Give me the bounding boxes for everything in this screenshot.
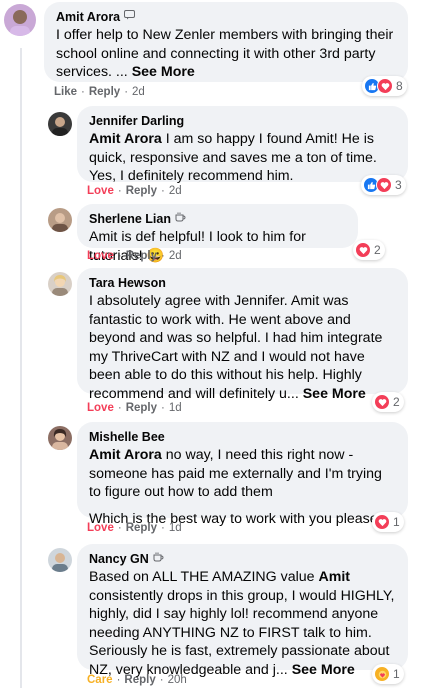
- avatar[interactable]: [48, 112, 72, 136]
- timestamp[interactable]: 1d: [169, 522, 182, 534]
- care-action[interactable]: Care: [87, 674, 113, 686]
- comment-bubble: Amit Arora I offer help to New Zenler me…: [44, 2, 408, 82]
- comment-actions: Love · Reply · 1d: [87, 402, 182, 414]
- timestamp[interactable]: 2d: [169, 250, 182, 262]
- thread-connector-line: [20, 48, 22, 688]
- comment-bubble: Tara Hewson I absolutely agree with Jenn…: [77, 268, 408, 402]
- love-reaction-icon: [374, 394, 390, 410]
- love-action[interactable]: Love: [87, 185, 114, 197]
- reply-action[interactable]: Reply: [126, 250, 157, 262]
- comment-actions: Care · Reply · 20h: [87, 674, 187, 686]
- love-action[interactable]: Love: [87, 250, 114, 262]
- coffee-cup-icon: [153, 551, 164, 567]
- reaction-summary[interactable]: 3: [361, 175, 406, 195]
- reply-action[interactable]: Reply: [126, 402, 157, 414]
- author-name[interactable]: Tara Hewson: [89, 275, 166, 291]
- comment-bubble: Sherlene Lian Amit is def helpful! I loo…: [77, 204, 358, 264]
- comment-author: Nancy GN: [89, 551, 396, 567]
- comment-text: Amit Arora I am so happy I found Amit! H…: [89, 131, 377, 184]
- love-reaction-icon: [355, 242, 371, 258]
- timestamp[interactable]: 2d: [169, 185, 182, 197]
- comment-text: Amit Arora no way, I need this right now…: [89, 446, 396, 528]
- comment-actions: Love · Reply · 2d: [87, 250, 182, 262]
- reaction-summary[interactable]: 1: [372, 512, 404, 532]
- love-action[interactable]: Love: [87, 402, 114, 414]
- comment-author: Jennifer Darling: [89, 113, 396, 129]
- reaction-count: 1: [393, 515, 400, 529]
- author-name[interactable]: Nancy GN: [89, 551, 149, 567]
- reaction-count: 3: [395, 178, 402, 192]
- comment-text: I offer help to New Zenler members with …: [56, 27, 394, 80]
- timestamp[interactable]: 20h: [168, 674, 187, 686]
- reaction-summary[interactable]: 1: [372, 664, 404, 684]
- comment-actions: Love · Reply · 2d: [87, 185, 182, 197]
- reaction-count: 2: [393, 395, 400, 409]
- reaction-count: 2: [374, 243, 381, 257]
- reaction-summary[interactable]: 2: [372, 392, 404, 412]
- care-reaction-icon: [374, 666, 390, 682]
- avatar[interactable]: [48, 426, 72, 450]
- comment-bubble: Jennifer Darling Amit Arora I am so happ…: [77, 106, 408, 184]
- comment-actions: Like · Reply · 2d: [54, 86, 145, 98]
- see-more-link[interactable]: See More: [132, 64, 195, 80]
- comment-text: I absolutely agree with Jennifer. Amit w…: [89, 293, 383, 402]
- author-name[interactable]: Amit Arora: [56, 9, 120, 25]
- chat-badge-icon: [124, 9, 136, 25]
- reply-action[interactable]: Reply: [89, 86, 120, 98]
- comment-bubble: Nancy GN Based on ALL THE AMAZING value …: [77, 544, 408, 678]
- mention-link[interactable]: Amit Arora: [89, 131, 162, 147]
- comment-author: Sherlene Lian: [89, 211, 346, 227]
- comment-text: Based on ALL THE AMAZING value Amit cons…: [89, 569, 395, 678]
- love-reaction-icon: [374, 514, 390, 530]
- love-reaction-icon: [376, 177, 392, 193]
- coffee-cup-icon: [175, 211, 186, 227]
- author-name[interactable]: Sherlene Lian: [89, 211, 171, 227]
- love-reaction-icon: [377, 78, 393, 94]
- love-action[interactable]: Love: [87, 522, 114, 534]
- mention-link[interactable]: Amit: [319, 569, 351, 585]
- comment-author: Tara Hewson: [89, 275, 396, 291]
- reaction-count: 1: [393, 667, 400, 681]
- reaction-count: 8: [396, 79, 403, 93]
- mention-link[interactable]: Amit Arora: [89, 447, 162, 463]
- comment-author: Mishelle Bee: [89, 429, 396, 445]
- timestamp[interactable]: 1d: [169, 402, 182, 414]
- author-name[interactable]: Mishelle Bee: [89, 429, 165, 445]
- reaction-summary[interactable]: 8: [362, 76, 407, 96]
- author-name[interactable]: Jennifer Darling: [89, 113, 184, 129]
- see-more-link[interactable]: See More: [303, 386, 366, 402]
- see-more-link[interactable]: See More: [292, 662, 355, 678]
- comment-bubble: Mishelle Bee Amit Arora no way, I need t…: [77, 422, 408, 527]
- comment-author: Amit Arora: [56, 9, 396, 25]
- reply-action[interactable]: Reply: [126, 185, 157, 197]
- like-action[interactable]: Like: [54, 86, 77, 98]
- avatar[interactable]: [48, 208, 72, 232]
- reply-action[interactable]: Reply: [126, 522, 157, 534]
- reply-action[interactable]: Reply: [124, 674, 155, 686]
- avatar[interactable]: [48, 272, 72, 296]
- comment-actions: Love · Reply · 1d: [87, 522, 182, 534]
- timestamp[interactable]: 2d: [132, 86, 145, 98]
- avatar[interactable]: [4, 4, 36, 36]
- avatar[interactable]: [48, 548, 72, 572]
- reaction-summary[interactable]: 2: [353, 240, 385, 260]
